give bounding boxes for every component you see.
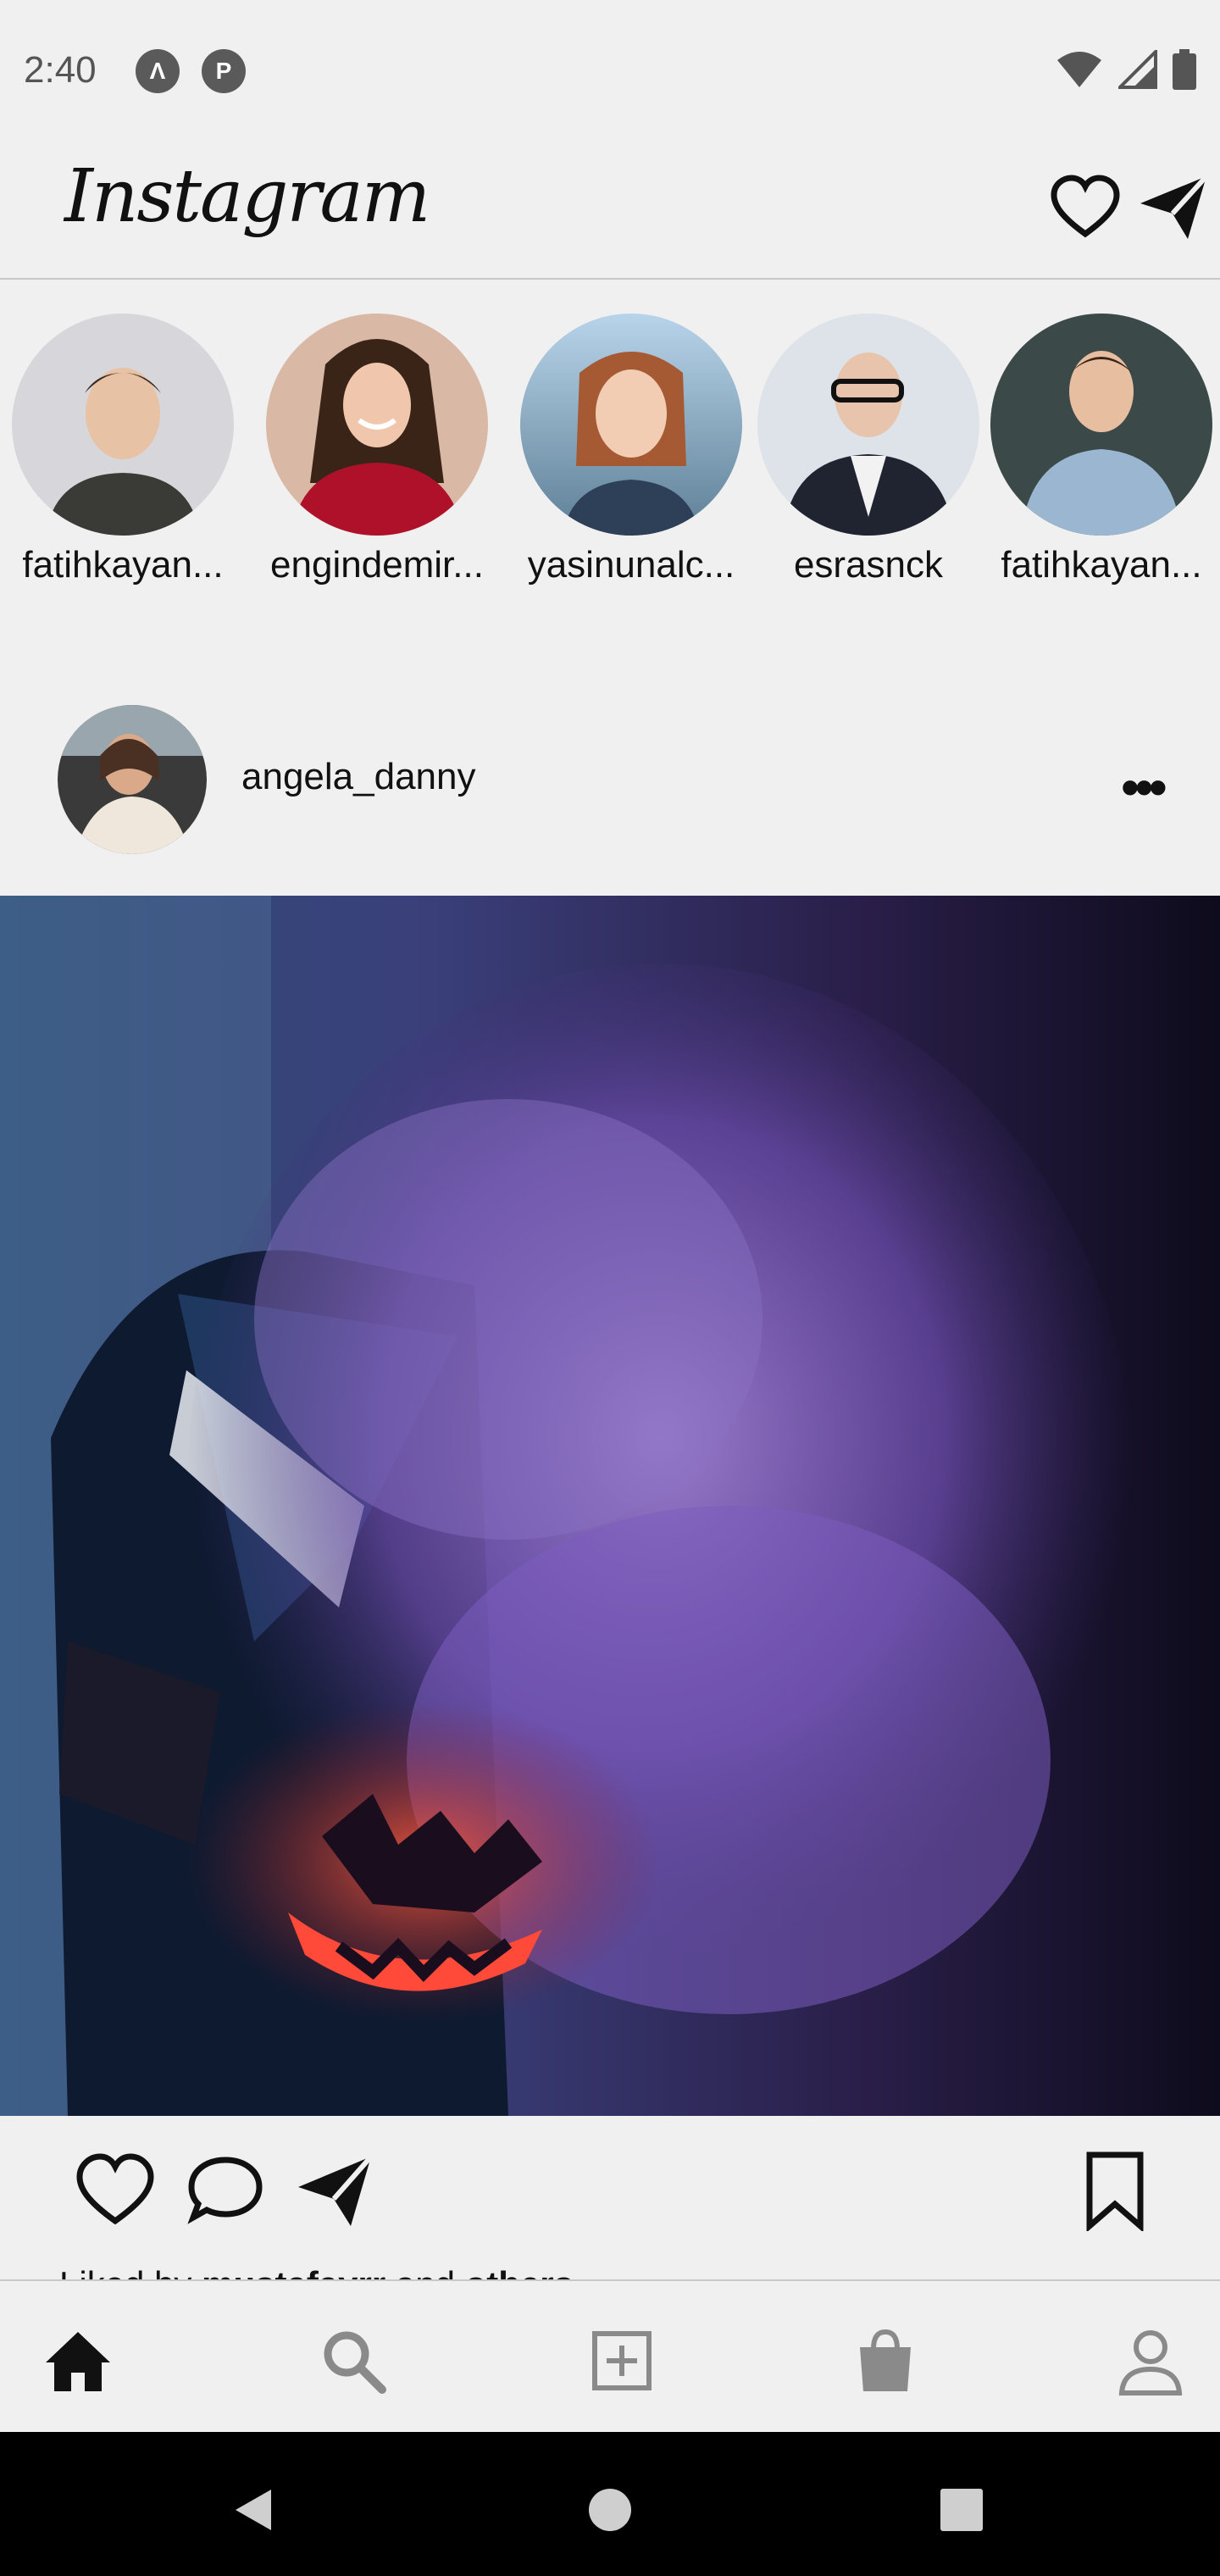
- wifi-icon: [1057, 52, 1101, 87]
- story-username: yasinunalc...: [527, 544, 735, 586]
- share-icon[interactable]: [295, 2150, 376, 2231]
- more-options-icon[interactable]: •••: [1121, 756, 1167, 819]
- post-actions: [0, 2116, 1220, 2281]
- recents-icon[interactable]: [936, 2484, 987, 2535]
- status-time: 2:40: [24, 49, 97, 91]
- app-header: Instagram: [0, 144, 1220, 280]
- add-post-icon[interactable]: [586, 2325, 657, 2396]
- bookmark-icon[interactable]: [1074, 2150, 1156, 2231]
- liked-by-user[interactable]: mustafayrr: [202, 2264, 385, 2281]
- comment-icon[interactable]: [185, 2150, 266, 2231]
- bottom-navigation: [0, 2279, 1220, 2434]
- story-item[interactable]: fatihkayan...: [983, 314, 1220, 586]
- story-avatar[interactable]: [520, 314, 742, 536]
- status-bar: 2:40 Λ P: [0, 0, 1220, 144]
- app-p-icon: P: [202, 49, 246, 93]
- instagram-logo: Instagram: [64, 154, 430, 239]
- liked-by-mid: and: [385, 2264, 464, 2281]
- story-avatar[interactable]: [757, 314, 979, 536]
- story-item[interactable]: fatihkayan...: [4, 314, 241, 586]
- story-avatar[interactable]: [990, 314, 1212, 536]
- heart-icon[interactable]: [1047, 169, 1123, 246]
- cell-signal-icon: [1118, 50, 1157, 89]
- app-a-icon: Λ: [136, 49, 180, 93]
- story-item[interactable]: esrasnck: [750, 314, 987, 586]
- search-icon[interactable]: [318, 2325, 389, 2396]
- profile-icon[interactable]: [1115, 2325, 1186, 2396]
- stories-tray: fatihkayan... engindemir... yasinunalc..…: [0, 314, 1220, 602]
- post-image[interactable]: [0, 896, 1220, 2116]
- home-button-icon[interactable]: [585, 2484, 635, 2535]
- story-avatar[interactable]: [266, 314, 488, 536]
- story-username: fatihkayan...: [1001, 544, 1202, 586]
- home-icon[interactable]: [42, 2325, 114, 2396]
- send-icon[interactable]: [1135, 169, 1212, 246]
- back-icon[interactable]: [229, 2484, 280, 2535]
- story-avatar[interactable]: [12, 314, 234, 536]
- story-username: esrasnck: [793, 544, 944, 586]
- shop-icon[interactable]: [850, 2325, 921, 2396]
- liked-by-prefix: Liked by: [59, 2264, 202, 2281]
- post-header: angela_danny •••: [0, 695, 1220, 864]
- post-username[interactable]: angela_danny: [241, 756, 475, 798]
- liked-by-others[interactable]: others: [465, 2264, 574, 2281]
- liked-by-text: Liked by mustafayrr and others: [59, 2264, 574, 2281]
- story-username: fatihkayan...: [22, 544, 224, 586]
- system-navigation-bar: [0, 2432, 1220, 2576]
- like-icon[interactable]: [75, 2150, 156, 2231]
- battery-icon: [1173, 49, 1196, 90]
- story-username: engindemir...: [270, 544, 484, 586]
- story-item[interactable]: engindemir...: [258, 314, 496, 586]
- post-author-avatar[interactable]: [58, 705, 207, 854]
- story-item[interactable]: yasinunalc...: [513, 314, 750, 586]
